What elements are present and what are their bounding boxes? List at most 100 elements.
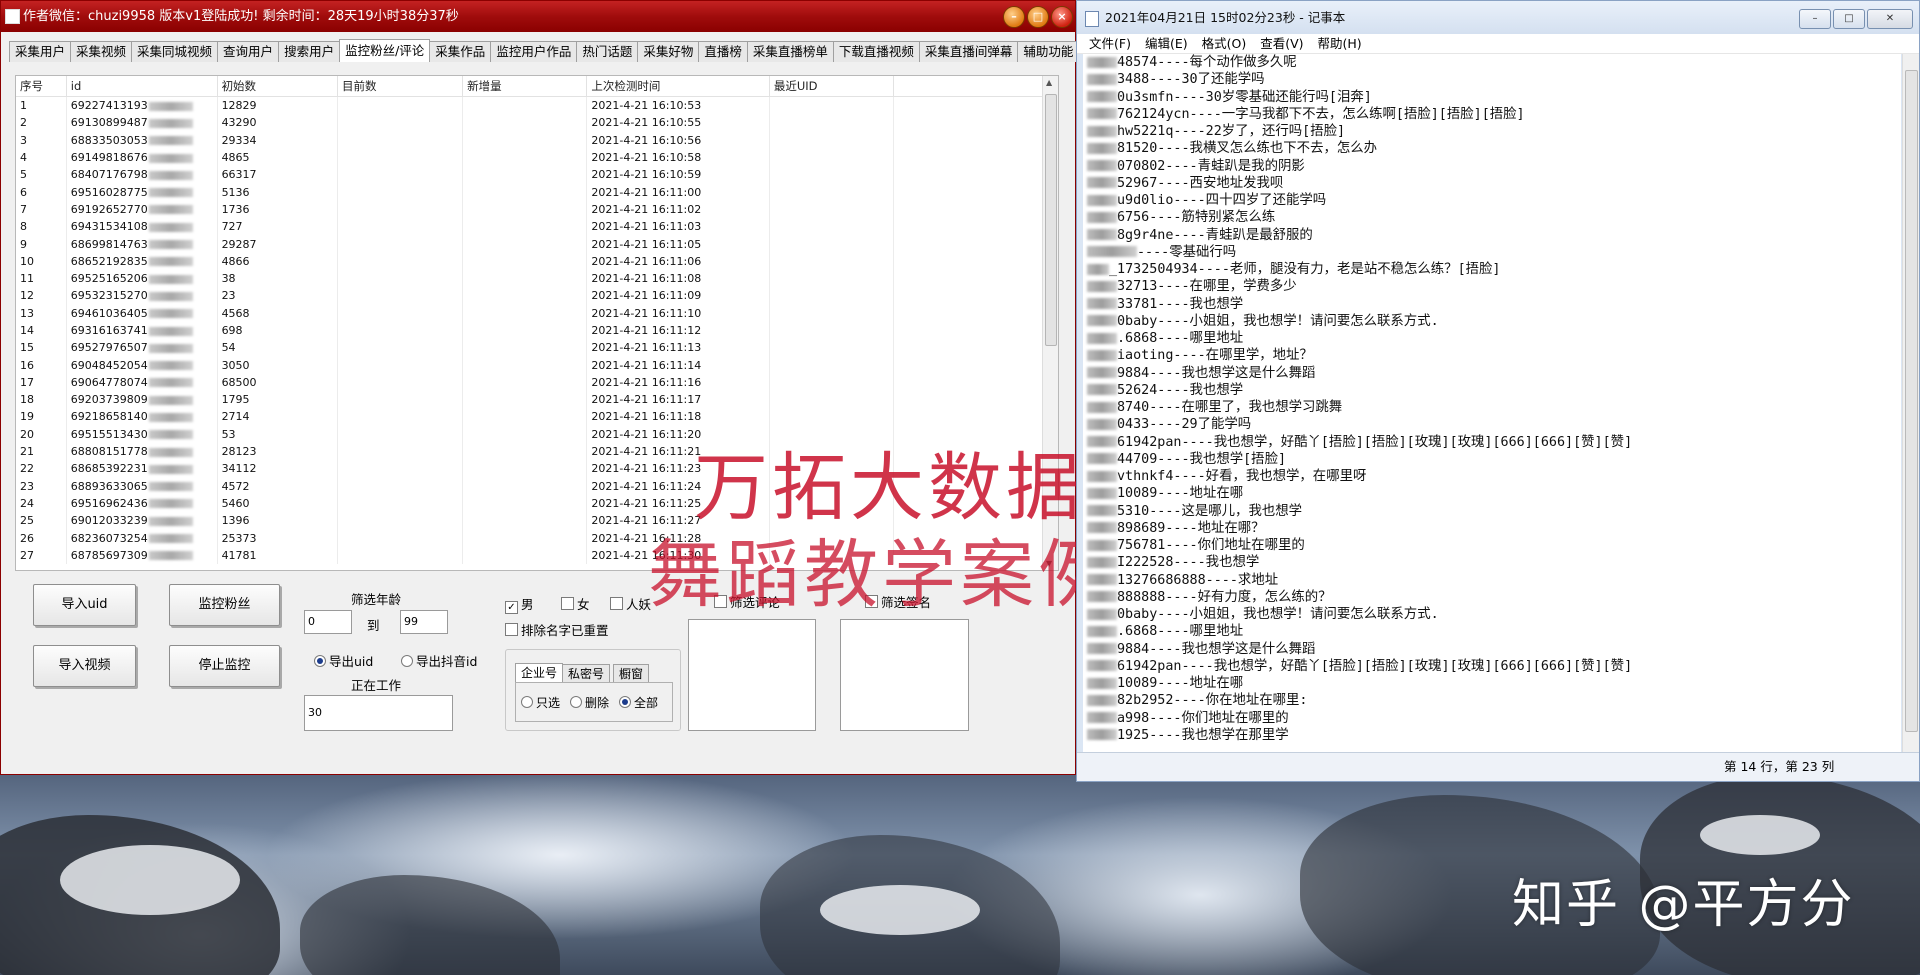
export-uid-radio[interactable]: 导出uid bbox=[314, 651, 373, 670]
subtab-private[interactable]: 私密号 bbox=[562, 664, 611, 683]
row-recent-uid bbox=[769, 373, 895, 392]
import-video-button[interactable]: 导入视频 bbox=[33, 645, 136, 687]
exclude-dup-checkbox[interactable]: 排除名字已重置 bbox=[505, 620, 609, 639]
row-id-cell: 69218658140 bbox=[66, 408, 218, 426]
table-row[interactable]: 17 69064778074 68500 2021-4-21 16:11:16 bbox=[16, 373, 1058, 392]
menu-item[interactable]: 编辑(E) bbox=[1145, 34, 1188, 53]
row-current-count bbox=[337, 442, 464, 461]
table-row[interactable]: 7 69192652770 1736 2021-4-21 16:11:02 bbox=[16, 200, 1058, 219]
row-id: 69527976507 bbox=[70, 341, 148, 355]
table-row[interactable]: 5 68407176798 66317 2021-4-21 16:10:59 bbox=[16, 166, 1058, 184]
table-row[interactable]: 15 69527976507 54 2021-4-21 16:11:13 bbox=[16, 339, 1058, 357]
opt-all-radio[interactable]: 全部 bbox=[619, 694, 658, 711]
male-checkbox[interactable]: ✓ 男 bbox=[505, 594, 534, 614]
minimize-button[interactable]: – bbox=[1003, 6, 1025, 28]
table-row[interactable]: 12 69532315270 23 2021-4-21 16:11:09 bbox=[16, 287, 1058, 305]
notepad-close-button[interactable]: ✕ bbox=[1867, 9, 1913, 29]
age-filter-label: 筛选年龄 bbox=[351, 592, 402, 607]
row-id: 69227413193 bbox=[70, 99, 148, 113]
tab-item[interactable]: 查询用户 bbox=[217, 41, 280, 62]
signature-filter-textarea[interactable] bbox=[840, 619, 969, 731]
tab-item[interactable]: 监控用户作品 bbox=[490, 41, 578, 62]
subtab-enterprise[interactable]: 企业号 bbox=[515, 663, 564, 682]
working-count-field[interactable]: 30 bbox=[304, 695, 453, 731]
table-row[interactable]: 16 69048452054 3050 2021-4-21 16:11:14 bbox=[16, 356, 1058, 374]
redacted-mark bbox=[1087, 211, 1117, 223]
tab-item[interactable]: 监控粉丝/评论 bbox=[339, 39, 431, 62]
table-row[interactable]: 8 69431534108 727 2021-4-21 16:11:03 bbox=[16, 218, 1058, 236]
row-recent-uid bbox=[769, 408, 895, 426]
table-row[interactable]: 11 69525165206 38 2021-4-21 16:11:08 bbox=[16, 269, 1058, 288]
age-max-input[interactable]: 99 bbox=[400, 610, 448, 634]
text-line-content: 8740----在哪里了，我也想学习跳舞 bbox=[1117, 400, 1343, 415]
tab-item[interactable]: 采集视频 bbox=[70, 41, 133, 62]
tab-item[interactable]: 热门话题 bbox=[576, 41, 639, 62]
other-checkbox[interactable]: 人妖 bbox=[610, 594, 651, 613]
redacted-mark bbox=[1087, 177, 1117, 189]
comment-filter-textarea[interactable] bbox=[688, 619, 816, 731]
notepad-maximize-button[interactable]: □ bbox=[1833, 9, 1865, 29]
row-current-count bbox=[337, 529, 464, 547]
col-header[interactable]: 最近UID bbox=[769, 76, 895, 97]
scrollbar-thumb[interactable] bbox=[1905, 70, 1918, 732]
text-line-content: 81520----我横叉怎么练也下不去，怎么办 bbox=[1117, 141, 1378, 157]
row-initial-count: 53 bbox=[217, 425, 338, 443]
female-checkbox[interactable]: 女 bbox=[561, 594, 590, 613]
stop-monitor-button[interactable]: 停止监控 bbox=[169, 645, 280, 687]
export-douyin-radio[interactable]: 导出抖音id bbox=[401, 651, 477, 670]
menu-item[interactable]: 查看(V) bbox=[1260, 34, 1303, 53]
opt-delete-radio[interactable]: 删除 bbox=[570, 694, 609, 711]
table-row[interactable]: 10 68652192835 4866 2021-4-21 16:11:06 bbox=[16, 252, 1058, 270]
row-index: 24 bbox=[16, 494, 67, 513]
tab-item[interactable]: 下载直播视频 bbox=[832, 41, 920, 62]
row-id: 69130899487 bbox=[70, 116, 148, 130]
col-header[interactable]: id bbox=[66, 76, 218, 97]
tab-item[interactable]: 采集好物 bbox=[637, 41, 700, 62]
table-row[interactable]: 19 69218658140 2714 2021-4-21 16:11:18 bbox=[16, 408, 1058, 426]
redacted-mark bbox=[148, 170, 193, 180]
table-row[interactable]: 2 69130899487 43290 2021-4-21 16:10:55 bbox=[16, 114, 1058, 132]
notepad-text-area[interactable]: 48574----每个动作做多久呢 3488----30了还能学吗 0u3smfn-… bbox=[1083, 54, 1901, 753]
menu-item[interactable]: 帮助(H) bbox=[1318, 34, 1362, 53]
text-line: 44709----我也想学[捂脸] bbox=[1083, 451, 1901, 468]
scrollbar-thumb[interactable] bbox=[1045, 94, 1057, 346]
maximize-button[interactable]: □ bbox=[1027, 6, 1049, 28]
opt-only-radio[interactable]: 只选 bbox=[521, 694, 560, 711]
text-line: 8740----在哪里了，我也想学习跳舞 bbox=[1083, 399, 1901, 416]
import-uid-button[interactable]: 导入uid bbox=[33, 584, 136, 626]
tab-item[interactable]: 采集同城视频 bbox=[131, 41, 219, 62]
col-header[interactable]: 初始数 bbox=[217, 76, 338, 97]
notepad-scrollbar[interactable] bbox=[1902, 54, 1919, 753]
table-row[interactable]: 4 69149818676 4865 2021-4-21 16:10:58 bbox=[16, 148, 1058, 167]
col-header[interactable]: 序号 bbox=[16, 76, 67, 97]
notepad-titlebar[interactable]: 2021年04月21日 15时02分23秒 - 记事本 – □ ✕ bbox=[1077, 1, 1919, 34]
tab-item[interactable]: 采集直播间弹幕 bbox=[918, 41, 1019, 62]
table-row[interactable]: 18 69203739809 1795 2021-4-21 16:11:17 bbox=[16, 391, 1058, 409]
tab-item[interactable]: 采集用户 bbox=[9, 41, 72, 62]
tab-item[interactable]: 搜索用户 bbox=[278, 41, 341, 62]
row-current-count bbox=[337, 183, 464, 201]
col-header[interactable]: 新增量 bbox=[462, 76, 588, 97]
col-header[interactable]: 上次检测时间 bbox=[586, 76, 770, 97]
table-row[interactable]: 14 69316163741 698 2021-4-21 16:11:12 bbox=[16, 321, 1058, 340]
table-row[interactable]: 9 68699814763 29287 2021-4-21 16:11:05 bbox=[16, 235, 1058, 253]
subtab-showcase[interactable]: 橱窗 bbox=[613, 664, 650, 683]
menu-item[interactable]: 格式(O) bbox=[1202, 34, 1247, 53]
age-min-input[interactable]: 0 bbox=[304, 610, 352, 634]
menu-item[interactable]: 文件(F) bbox=[1089, 34, 1131, 53]
notepad-minimize-button[interactable]: – bbox=[1799, 9, 1831, 29]
table-row[interactable]: 13 69461036405 4568 2021-4-21 16:11:10 bbox=[16, 304, 1058, 322]
row-id: 69316163741 bbox=[70, 324, 148, 337]
close-button[interactable]: × bbox=[1051, 6, 1073, 28]
table-row[interactable]: 1 69227413193 12829 2021-4-21 16:10:53 bbox=[16, 96, 1058, 115]
scroll-up-icon[interactable]: ▲ bbox=[1046, 78, 1052, 87]
tab-item[interactable]: 辅助功能 bbox=[1017, 41, 1080, 62]
tab-item[interactable]: 直播榜 bbox=[698, 41, 748, 62]
table-row[interactable]: 6 69516028775 5136 2021-4-21 16:11:00 bbox=[16, 183, 1058, 201]
tab-item[interactable]: 采集直播榜单 bbox=[746, 41, 834, 62]
tab-item[interactable]: 采集作品 bbox=[429, 41, 492, 62]
monitor-fans-button[interactable]: 监控粉丝 bbox=[169, 584, 280, 626]
table-row[interactable]: 3 68833503053 29334 2021-4-21 16:10:56 bbox=[16, 131, 1058, 149]
app-titlebar[interactable]: 作者微信：chuzi9958 版本v1登陆成功! 剩余时间：28天19小时38分… bbox=[1, 1, 1075, 32]
col-header[interactable]: 目前数 bbox=[337, 76, 464, 97]
